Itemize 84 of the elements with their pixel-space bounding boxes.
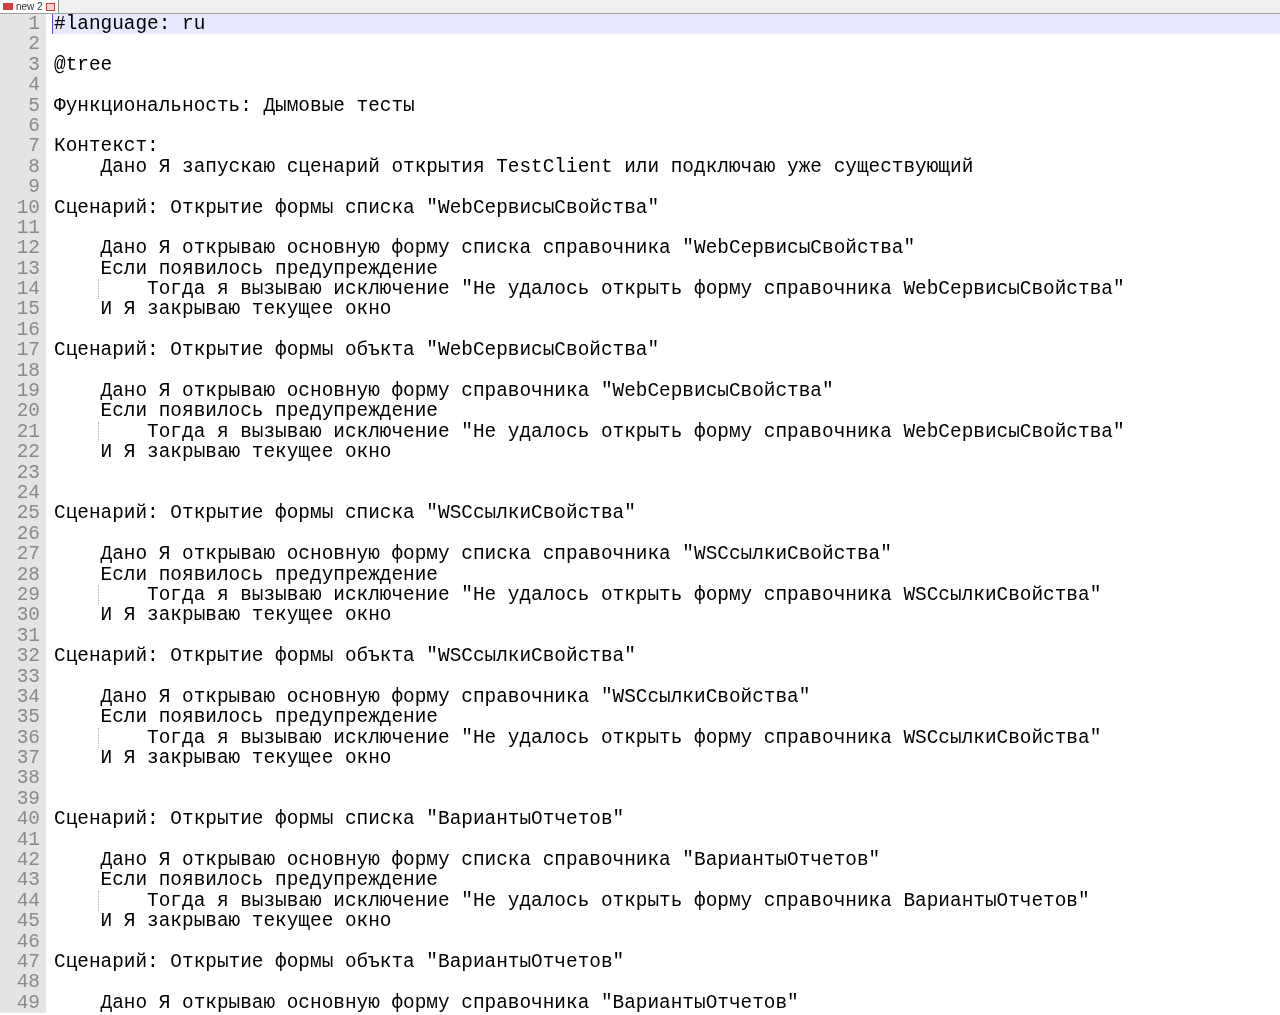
line-number: 28 <box>0 564 46 585</box>
line-number: 41 <box>0 829 46 850</box>
code-line: Тогда я вызываю исключение "Не удалось открыть форму справочника WSСсылкиСвойства" <box>146 726 1102 749</box>
line-number: 44 <box>0 890 46 912</box>
line-number: 39 <box>0 788 46 810</box>
line-number: 15 <box>0 299 46 320</box>
line-number: 36 <box>0 727 46 749</box>
line-number: 47 <box>0 951 46 973</box>
line-number: 10 <box>0 197 46 218</box>
code-line: Тогда я вызываю исключение "Не удалось открыть форму справочника WSСсылкиСвойства" <box>146 583 1102 606</box>
line-number: 5 <box>0 95 46 116</box>
line-number: 34 <box>0 686 46 708</box>
line-number: 9 <box>0 177 46 198</box>
file-icon <box>3 3 13 10</box>
code-line: Контекст: <box>54 135 159 158</box>
code-line: Тогда я вызываю исключение "Не удалось открыть форму справочника WebСервисыСвойства" <box>146 278 1125 301</box>
code-line: И Я закрываю текущее окно <box>99 910 392 933</box>
line-number: 24 <box>0 483 46 504</box>
code-line: Если появилось предупреждение <box>99 400 438 423</box>
line-number: 22 <box>0 442 46 463</box>
code-line: Если появилось предупреждение <box>99 563 438 586</box>
line-number: 37 <box>0 748 46 769</box>
code-line: Если появилось предупреждение <box>99 869 438 892</box>
code-line: Если появилось предупреждение <box>99 706 438 729</box>
code-line: Дано Я открываю основную форму списка справочника "WebСервисыСвойства" <box>99 237 916 260</box>
code-line: Если появилось предупреждение <box>99 257 438 280</box>
line-number: 40 <box>0 809 46 830</box>
line-number: 49 <box>0 992 46 1014</box>
line-number: 35 <box>0 707 46 728</box>
line-number: 13 <box>0 258 46 280</box>
line-number: 20 <box>0 401 46 422</box>
code-line: Сценарий: Открытие формы списка "ВариантыОтчетов" <box>54 808 625 831</box>
line-number: 8 <box>0 156 46 178</box>
code-line: И Я закрываю текущее окно <box>99 604 392 627</box>
line-number: 30 <box>0 605 46 626</box>
line-number: 7 <box>0 136 46 157</box>
code-line: Тогда я вызываю исключение "Не удалось открыть форму справочника ВариантыОтчетов" <box>146 889 1090 912</box>
line-number: 2 <box>0 34 46 55</box>
line-number: 3 <box>0 54 46 76</box>
code-line: Сценарий: Открытие формы списка "WSСсылкиСвойства" <box>54 502 636 525</box>
file-tab[interactable]: new 2 <box>0 0 59 13</box>
line-number: 17 <box>0 340 46 361</box>
line-number: 42 <box>0 850 46 871</box>
line-number: 29 <box>0 584 46 606</box>
line-number: 1 <box>0 14 46 35</box>
line-number: 16 <box>0 319 46 341</box>
line-number: 4 <box>0 75 46 96</box>
line-number: 21 <box>0 421 46 443</box>
line-number: 48 <box>0 972 46 993</box>
line-number: 46 <box>0 931 46 952</box>
code-line: Дано Я открываю основную форму списка справочника "WSСсылкиСвойства" <box>99 543 892 566</box>
code-line: И Я закрываю текущее окно <box>99 298 392 321</box>
line-number: 11 <box>0 217 46 239</box>
line-number: 38 <box>0 768 46 789</box>
code-line: Дано Я открываю основную форму справочника "WebСервисыСвойства" <box>99 380 834 403</box>
code-line: И Я закрываю текущее окно <box>99 441 392 464</box>
line-number: 14 <box>0 279 46 300</box>
line-number: 33 <box>0 666 46 687</box>
line-number: 23 <box>0 462 46 483</box>
code-line: Дано Я открываю основную форму списка справочника "ВариантыОтчетов" <box>99 849 881 871</box>
code-line: #language: ru <box>54 13 206 35</box>
line-number: 32 <box>0 646 46 667</box>
code-line: Дано Я открываю основную форму справочника "WSСсылкиСвойства" <box>99 685 811 708</box>
close-icon[interactable] <box>45 2 55 11</box>
code-line: Функциональность: Дымовые тесты <box>54 94 415 117</box>
line-number: 18 <box>0 360 46 382</box>
code-line: Сценарий: Открытие формы списка "WebСервисыСвойства" <box>54 196 660 219</box>
line-number: 25 <box>0 503 46 524</box>
line-number: 6 <box>0 115 46 137</box>
line-number: 19 <box>0 381 46 402</box>
line-number: 45 <box>0 911 46 932</box>
code-line: Сценарий: Открытие формы объкта "ВариантыОтчетов" <box>54 950 625 973</box>
line-number: 12 <box>0 238 46 259</box>
code-line: Сценарий: Открытие формы объкта "WebСервисыСвойства" <box>54 339 660 362</box>
line-number: 43 <box>0 870 46 891</box>
code-line: Дано Я открываю основную форму справочника "ВариантыОтчетов" <box>99 991 799 1014</box>
code-line: Сценарий: Открытие формы объкта "WSСсылкиСвойства" <box>54 645 636 668</box>
code-line: Тогда я вызываю исключение "Не удалось открыть форму справочника WebСервисыСвойства" <box>146 420 1125 443</box>
line-number: 27 <box>0 544 46 565</box>
line-number: 31 <box>0 625 46 647</box>
code-line: Дано Я запускаю сценарий открытия TestClient или подключаю уже существующий <box>99 155 974 178</box>
code-line: @tree <box>54 53 113 76</box>
line-number: 26 <box>0 523 46 545</box>
code-line: И Я закрываю текущее окно <box>99 747 392 770</box>
